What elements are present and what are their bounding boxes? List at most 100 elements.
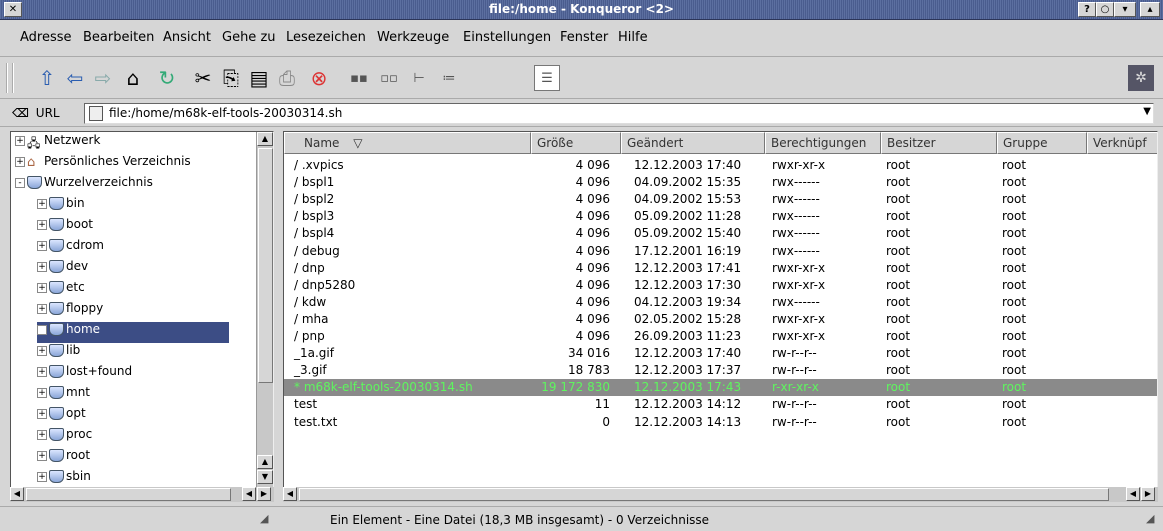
expand-icon[interactable]: +	[37, 471, 47, 482]
resize-grip-icon[interactable]: ◢	[260, 512, 268, 525]
expand-icon[interactable]: +	[37, 408, 47, 419]
home-icon[interactable]: ⌂	[120, 65, 146, 91]
file-row[interactable]: _3.gif 18 783 12.12.2003 17:37 rw-r--r-- roo…	[284, 362, 1157, 379]
copy-icon[interactable]: ⎘	[218, 65, 244, 91]
icon-view-icon[interactable]: ▪▪	[346, 65, 372, 91]
expand-icon[interactable]: +	[37, 345, 47, 356]
menu-bearbeiten[interactable]: Bearbeiten	[83, 30, 154, 45]
menu-ansicht[interactable]: Ansicht	[163, 30, 211, 45]
back-arrow-icon[interactable]: ⇦	[62, 65, 88, 91]
file-row[interactable]: / bspl3 4 096 05.09.2002 11:28 rwx------ roo…	[284, 208, 1157, 225]
resize-grip-icon[interactable]: ◢	[1146, 512, 1154, 525]
tree-horizontal-scrollbar[interactable]: ◀ ◀ ▶	[10, 487, 274, 502]
scroll-up-icon[interactable]: ▲	[257, 455, 273, 469]
column-size[interactable]: Größe	[531, 132, 621, 154]
column-permissions[interactable]: Berechtigungen	[765, 132, 881, 154]
expand-icon[interactable]: +	[37, 387, 47, 398]
expand-icon[interactable]: +	[15, 135, 25, 146]
expand-icon[interactable]: +	[37, 324, 47, 335]
file-row[interactable]: / kdw 4 096 04.12.2003 19:34 rwx------ root r…	[284, 294, 1157, 311]
column-modified[interactable]: Geändert	[621, 132, 765, 154]
column-name[interactable]: Name ▽	[284, 132, 531, 154]
file-row[interactable]: / bspl1 4 096 04.09.2002 15:35 rwx------ roo…	[284, 174, 1157, 191]
scroll-down-icon[interactable]: ▼	[257, 470, 273, 484]
cut-icon[interactable]: ✂	[190, 65, 216, 91]
file-list[interactable]: Name ▽ Größe Geändert Berechtigungen Bes…	[283, 131, 1158, 499]
clear-location-icon[interactable]: ⌫	[12, 106, 29, 120]
tree-item[interactable]: + floppy	[37, 301, 241, 322]
stop-icon[interactable]: ⊗	[306, 65, 332, 91]
file-row[interactable]: test.txt 0 12.12.2003 14:13 rw-r--r-- root ro…	[284, 414, 1157, 431]
tree-item[interactable]: + cdrom	[37, 238, 241, 259]
detailed-list-view-icon[interactable]: ☰	[534, 65, 560, 91]
expand-icon[interactable]: +	[37, 219, 47, 230]
tree-vscroll-thumb[interactable]	[258, 148, 273, 383]
file-row[interactable]: / dnp5280 4 096 12.12.2003 17:30 rwxr-xr-x r…	[284, 277, 1157, 294]
file-row[interactable]: * m68k-elf-tools-20030314.sh 19 172 830 12…	[284, 379, 1157, 397]
tree-hscroll-thumb[interactable]	[26, 488, 231, 501]
expand-icon[interactable]: +	[37, 429, 47, 440]
up-arrow-icon[interactable]: ⇧	[34, 65, 60, 91]
file-row[interactable]: _1a.gif 34 016 12.12.2003 17:40 rw-r--r-- ro…	[284, 345, 1157, 362]
column-link[interactable]: Verknüpf	[1087, 132, 1157, 154]
menu-gehe-zu[interactable]: Gehe zu	[222, 30, 276, 45]
file-row[interactable]: / mha 4 096 02.05.2002 15:28 rwxr-xr-x root r…	[284, 311, 1157, 328]
info-list-view-icon[interactable]: ≔	[436, 65, 462, 91]
tree-item[interactable]: + root	[37, 448, 241, 469]
file-row[interactable]: / .xvpics 4 096 12.12.2003 17:40 rwxr-xr-x r…	[284, 157, 1157, 174]
scroll-left-icon[interactable]: ◀	[10, 487, 24, 501]
tree-item[interactable]: + etc	[37, 280, 241, 301]
file-row[interactable]: / bspl4 4 096 05.09.2002 15:40 rwx------ roo…	[284, 225, 1157, 242]
navigation-tree[interactable]: + 🖧 Netzwerk + ⌂ Persönliches Verzeichnis - Wur…	[10, 131, 274, 499]
chevron-down-icon[interactable]: ▼	[1143, 106, 1151, 117]
file-row[interactable]: test 11 12.12.2003 14:12 rw-r--r-- root root	[284, 396, 1157, 413]
expand-icon[interactable]: +	[37, 198, 47, 209]
url-input[interactable]: file:/home/m68k-elf-tools-20030314.sh ▼	[84, 103, 1154, 124]
expand-icon[interactable]: +	[37, 303, 47, 314]
title-bar[interactable]: ✕ file:/home - Konqueror <2> ? ○ ▾ ▴	[0, 0, 1163, 20]
file-list-horizontal-scrollbar[interactable]: ◀ ◀ ▶	[283, 487, 1158, 502]
tree-item[interactable]: + bin	[37, 196, 241, 217]
expand-icon[interactable]: +	[37, 282, 47, 293]
expand-icon[interactable]: +	[37, 261, 47, 272]
column-group[interactable]: Gruppe	[997, 132, 1087, 154]
scroll-left-icon[interactable]: ◀	[242, 487, 256, 501]
minimize-button[interactable]: ▾	[1114, 2, 1136, 17]
menu-einstellungen[interactable]: Einstellungen	[463, 30, 551, 45]
scroll-right-icon[interactable]: ▶	[257, 487, 271, 501]
tree-item[interactable]: + proc	[37, 427, 241, 448]
scroll-right-icon[interactable]: ▶	[1141, 487, 1155, 501]
reload-icon[interactable]: ↻	[154, 65, 180, 91]
scroll-left-icon[interactable]: ◀	[283, 487, 297, 501]
column-owner[interactable]: Besitzer	[881, 132, 997, 154]
multicolumn-view-icon[interactable]: ▫▫	[376, 65, 402, 91]
tree-item[interactable]: + mnt	[37, 385, 241, 406]
paste-icon[interactable]: ▤	[246, 65, 272, 91]
tree-item[interactable]: + lost+found	[37, 364, 241, 385]
sticky-button[interactable]: ○	[1096, 2, 1114, 17]
file-row[interactable]: / dnp 4 096 12.12.2003 17:41 rwxr-xr-x root r…	[284, 260, 1157, 277]
menu-hilfe[interactable]: Hilfe	[618, 30, 648, 45]
print-icon[interactable]: ⎙	[274, 65, 300, 91]
tree-item[interactable]: + home	[37, 322, 229, 343]
tree-item[interactable]: + 🖧 Netzwerk	[15, 133, 241, 154]
menu-fenster[interactable]: Fenster	[560, 30, 608, 45]
file-hscroll-thumb[interactable]	[299, 488, 1109, 501]
toolbar-handle[interactable]	[6, 63, 14, 93]
scroll-up-icon[interactable]: ▲	[257, 132, 273, 146]
maximize-button[interactable]: ▴	[1140, 2, 1160, 17]
scroll-left-icon[interactable]: ◀	[1126, 487, 1140, 501]
expand-icon[interactable]: +	[15, 156, 25, 167]
tree-vertical-scrollbar[interactable]: ▲ ▲ ▼	[256, 132, 273, 487]
tree-item[interactable]: - Wurzelverzeichnis	[15, 175, 241, 196]
file-row[interactable]: / debug 4 096 17.12.2001 16:19 rwx------ roo…	[284, 243, 1157, 260]
tree-view-icon[interactable]: ⊢	[406, 65, 432, 91]
tree-item[interactable]: + opt	[37, 406, 241, 427]
menu-werkzeuge[interactable]: Werkzeuge	[377, 30, 449, 45]
file-row[interactable]: / pnp 4 096 26.09.2003 11:23 rwxr-xr-x root r…	[284, 328, 1157, 345]
expand-icon[interactable]: +	[37, 240, 47, 251]
forward-arrow-icon[interactable]: ⇨	[90, 65, 116, 91]
collapse-icon[interactable]: -	[15, 177, 25, 188]
expand-icon[interactable]: +	[37, 450, 47, 461]
tree-item[interactable]: + lib	[37, 343, 241, 364]
